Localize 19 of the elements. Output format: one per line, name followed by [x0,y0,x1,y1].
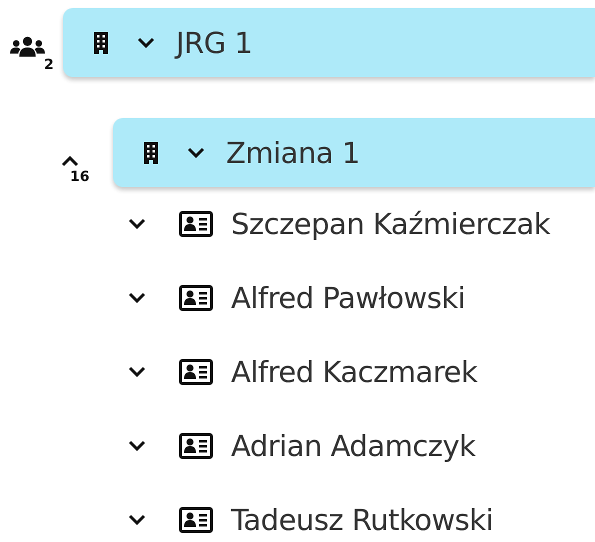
building-icon [92,30,110,54]
member-count: 2 [44,57,54,73]
person-name[interactable]: Alfred Pawłowski [231,281,466,315]
building-icon [142,140,160,164]
unit-name: JRG 1 [176,26,252,60]
id-card-icon [179,285,213,311]
id-card-icon [179,211,213,237]
unit-card[interactable]: Zmiana 1 [113,118,595,187]
people-icon [9,36,46,58]
member-count: 16 [70,169,90,185]
id-card-icon [179,507,213,533]
person-name[interactable]: Szczepan Kaźmierczak [231,207,550,241]
id-card-icon [179,359,213,385]
unit-name: Zmiana 1 [226,136,360,170]
id-card-icon [179,433,213,459]
person-name[interactable]: Tadeusz Rutkowski [231,503,494,537]
person-name[interactable]: Adrian Adamczyk [231,429,476,463]
unit-card[interactable]: JRG 1 [63,8,595,77]
person-name[interactable]: Alfred Kaczmarek [231,355,478,389]
